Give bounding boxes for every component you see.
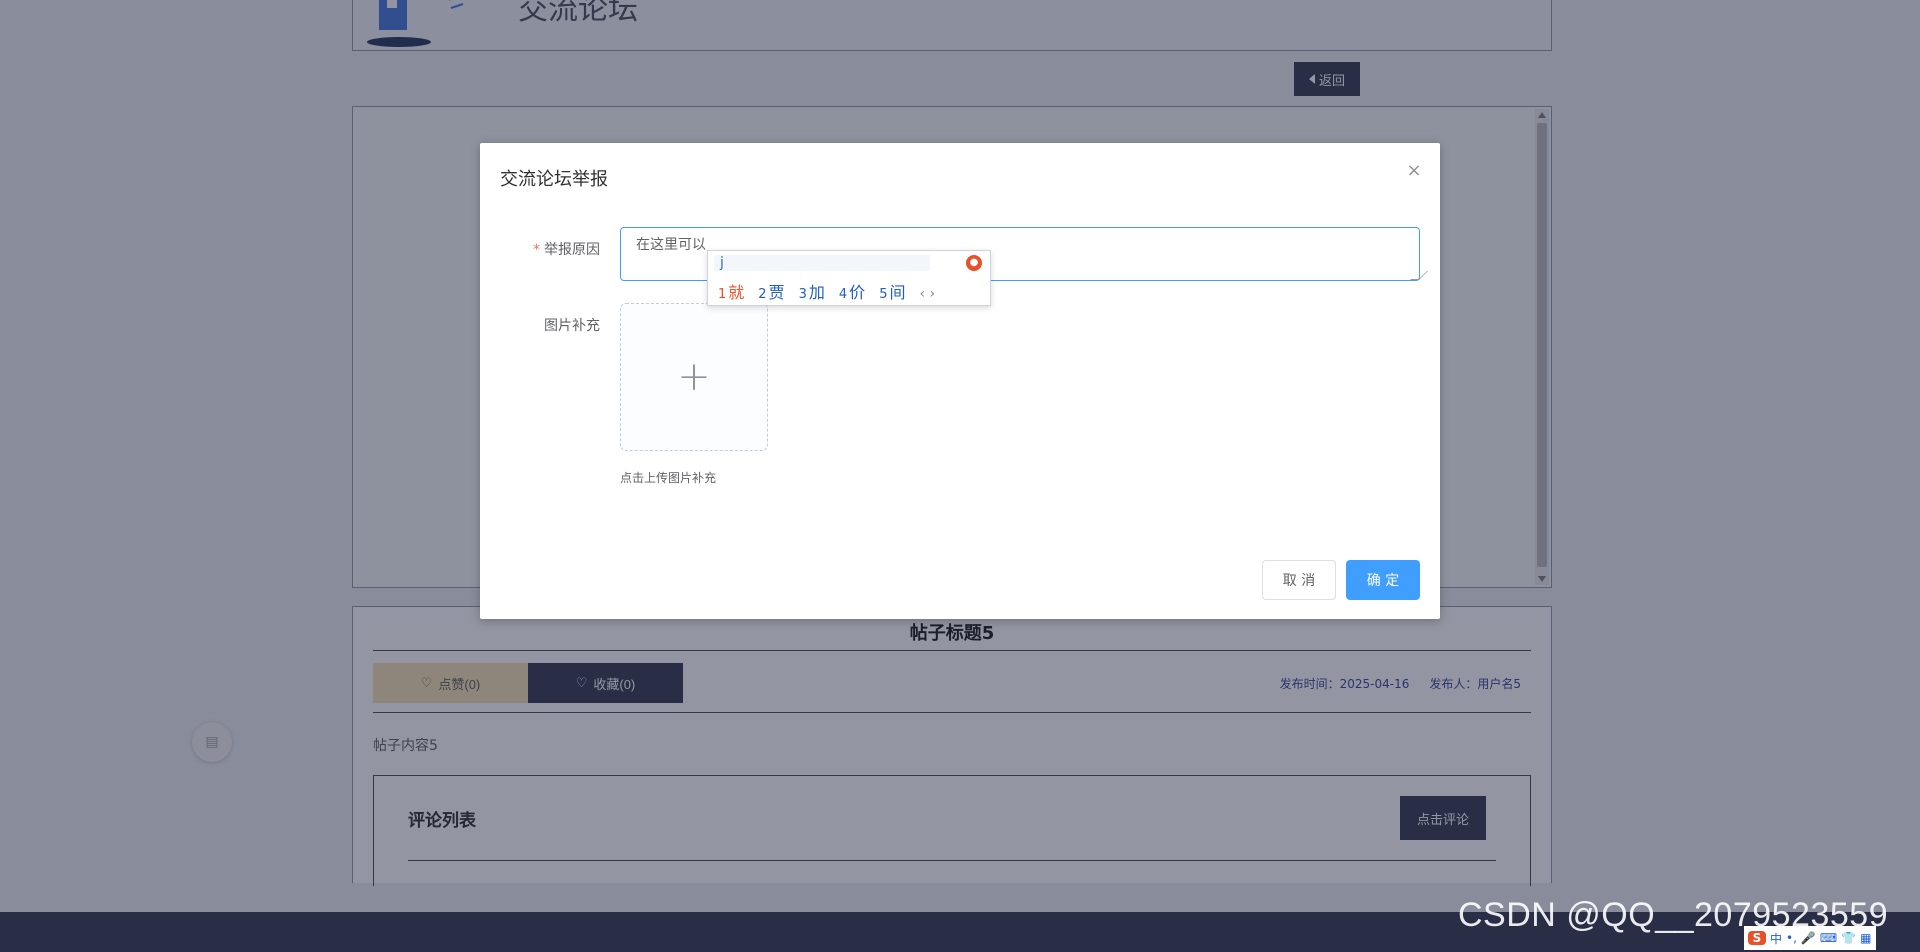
ime-candidates: 1就 2贾 3加 4价 5间 ‹ › [718, 279, 935, 303]
close-icon[interactable]: × [1406, 162, 1422, 180]
dialog-title: 交流论坛举报 [500, 169, 608, 190]
report-dialog: 交流论坛举报 × *举报原因 图片补充 + 点击上传图片补充 取 消 确 定 [480, 143, 1440, 619]
plus-icon: + [677, 354, 711, 400]
toolbox-icon[interactable]: ▦ [1860, 931, 1871, 945]
required-mark: * [533, 242, 540, 258]
ime-page-arrows-icon[interactable]: ‹ › [919, 286, 935, 302]
image-label: 图片补充 [544, 318, 600, 334]
skin-icon[interactable]: 👕 [1841, 931, 1856, 945]
ime-candidate[interactable]: 2贾 [758, 279, 784, 303]
ime-composition-area [714, 255, 930, 271]
confirm-button[interactable]: 确 定 [1346, 560, 1420, 600]
ime-candidate-popup: j ● 1就 2贾 3加 4价 5间 ‹ › [707, 250, 991, 306]
cancel-button[interactable]: 取 消 [1262, 560, 1336, 600]
image-upload[interactable]: + [620, 303, 768, 451]
keyboard-icon[interactable]: ⌨ [1820, 931, 1837, 945]
ime-toolbar: S 中 •, 🎤 ⌨ 👕 ▦ [1744, 926, 1876, 950]
microphone-icon[interactable]: 🎤 [1801, 931, 1816, 945]
sogou-logo-icon[interactable]: S [1748, 931, 1766, 945]
reason-label: * 举报原因 [480, 239, 600, 259]
ime-candidate[interactable]: 4价 [839, 279, 865, 303]
ime-pinyin: j [720, 255, 724, 271]
ime-candidate[interactable]: 1就 [718, 279, 744, 303]
punctuation-icon[interactable]: •, [1786, 931, 1797, 945]
upload-tip: 点击上传图片补充 [620, 471, 717, 485]
ime-skin-icon[interactable]: ● [966, 255, 982, 271]
ime-candidate[interactable]: 3加 [799, 279, 825, 303]
ime-mode[interactable]: 中 [1770, 930, 1782, 947]
ime-candidate[interactable]: 5间 [879, 279, 905, 303]
reason-label-text: 举报原因 [544, 242, 600, 258]
